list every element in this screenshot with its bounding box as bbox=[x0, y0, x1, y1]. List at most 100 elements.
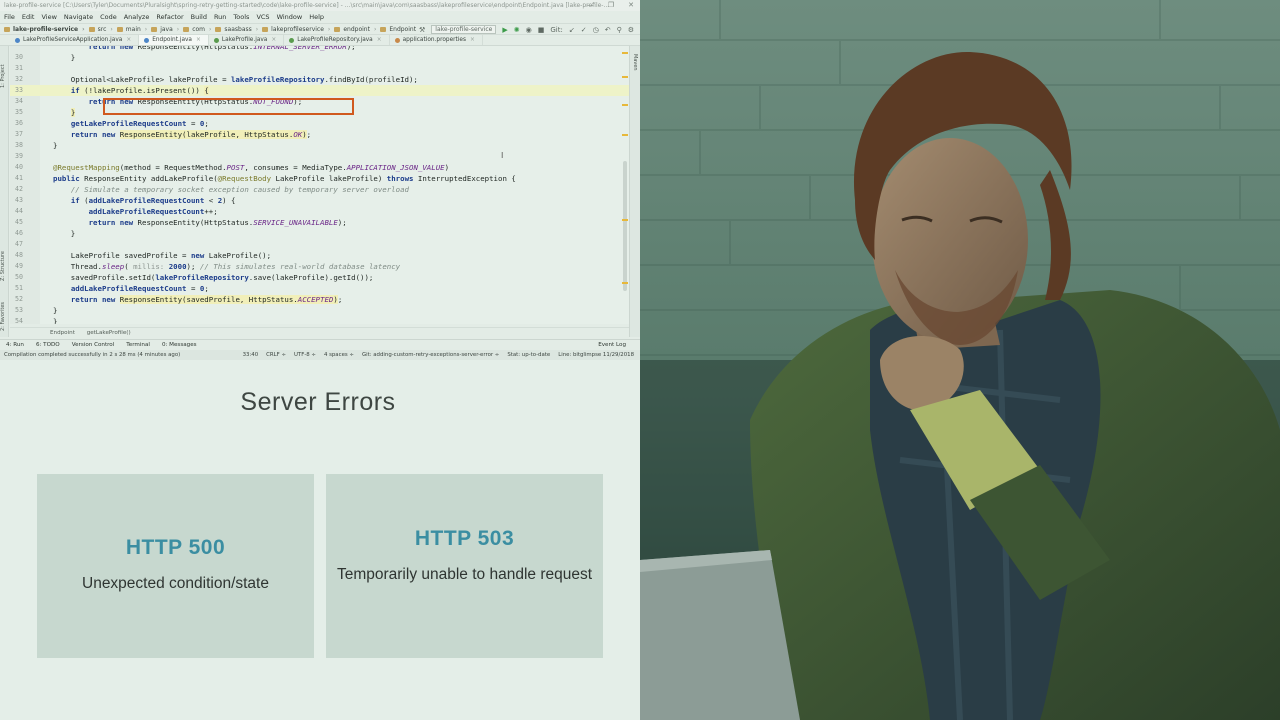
code-line[interactable]: 40 @RequestMapping(method = RequestMethod… bbox=[10, 162, 629, 173]
code-editor[interactable]: return new ResponseEntity(HttpStatus.INT… bbox=[10, 46, 629, 324]
close-tab-icon[interactable]: × bbox=[377, 35, 382, 45]
breadcrumb-item[interactable]: saasbass › bbox=[215, 26, 258, 33]
close-tab-icon[interactable]: × bbox=[470, 35, 475, 45]
menu-item-navigate[interactable]: Navigate bbox=[64, 13, 93, 21]
code-line[interactable]: 41 public ResponseEntity addLakeProfile(@… bbox=[10, 173, 629, 184]
code-line[interactable]: 42 // Simulate a temporary socket except… bbox=[10, 184, 629, 195]
version-control-tool-button[interactable]: Version Control bbox=[72, 342, 115, 348]
line-number: 36 bbox=[15, 119, 23, 127]
code-line[interactable]: 39 bbox=[10, 151, 629, 162]
code-line[interactable]: 45 return new ResponseEntity(HttpStatus.… bbox=[10, 217, 629, 228]
restore-icon[interactable]: ❐ bbox=[608, 0, 614, 11]
code-text: Optional<LakeProfile> lakeProfile = lake… bbox=[53, 75, 418, 84]
hammer-icon[interactable]: ⚒ bbox=[419, 26, 425, 34]
editor-scrollbar[interactable] bbox=[622, 46, 628, 324]
code-line[interactable]: 52 return new ResponseEntity(savedProfil… bbox=[10, 294, 629, 305]
code-line[interactable]: 44 addLakeProfileRequestCount++; bbox=[10, 206, 629, 217]
code-line[interactable]: 50 savedProfile.setId(lakeProfileReposit… bbox=[10, 272, 629, 283]
code-line[interactable]: 38} bbox=[10, 140, 629, 151]
menu-item-edit[interactable]: Edit bbox=[22, 13, 35, 21]
code-line[interactable]: 30 } bbox=[10, 52, 629, 63]
breadcrumb-item[interactable]: lake-profile-service › bbox=[4, 26, 85, 33]
menu-bar: File Edit View Navigate Code Analyze Refactor B… bbox=[0, 11, 640, 23]
breadcrumb-item[interactable]: lakeprofileservice › bbox=[262, 26, 330, 33]
code-line[interactable]: 47 bbox=[10, 239, 629, 250]
status-item[interactable]: Git: adding-custom-retry-exceptions-serv… bbox=[362, 352, 499, 358]
file-type-icon bbox=[144, 37, 150, 43]
code-line[interactable]: 51 addLakeProfileRequestCount = 0; bbox=[10, 283, 629, 294]
editor-tab[interactable]: LakeProfileServiceApplication.java × bbox=[10, 35, 140, 45]
breadcrumb-item[interactable]: Endpoint bbox=[380, 26, 420, 33]
breadcrumb-class[interactable]: Endpoint bbox=[50, 330, 75, 336]
code-line[interactable]: 43 if (addLakeProfileRequestCount < 2) { bbox=[10, 195, 629, 206]
code-line[interactable]: 46 } bbox=[10, 228, 629, 239]
stop-icon[interactable]: ■ bbox=[538, 26, 545, 34]
debug-icon[interactable]: ✺ bbox=[514, 26, 520, 34]
editor-tab[interactable]: application.properties × bbox=[390, 35, 483, 45]
code-line[interactable]: 31 bbox=[10, 63, 629, 74]
slide-title: Server Errors bbox=[240, 388, 396, 416]
breadcrumb-item[interactable]: endpoint › bbox=[334, 26, 376, 33]
breadcrumb-item[interactable]: java › bbox=[151, 26, 179, 33]
editor-tab[interactable]: LakeProfileRepository.java × bbox=[284, 35, 390, 45]
menu-item-vcs[interactable]: VCS bbox=[256, 13, 269, 21]
menu-item-window[interactable]: Window bbox=[277, 13, 303, 21]
status-item[interactable]: Line: bitglimpse 11/29/2018 bbox=[558, 352, 634, 358]
settings-icon[interactable]: ⚙ bbox=[628, 26, 634, 34]
code-line[interactable]: 54} bbox=[10, 316, 629, 324]
status-item[interactable]: 33:40 bbox=[243, 352, 259, 358]
run-icon[interactable]: ▶ bbox=[502, 26, 507, 34]
close-tab-icon[interactable]: × bbox=[196, 35, 201, 45]
project-tool-tab[interactable]: 1: Project bbox=[0, 48, 9, 88]
todo-tool-button[interactable]: 6: TODO bbox=[36, 342, 60, 348]
close-tab-icon[interactable]: × bbox=[126, 35, 131, 45]
status-item[interactable]: 4 spaces ÷ bbox=[324, 352, 354, 358]
structure-tool-tab[interactable]: Z: Structure bbox=[0, 241, 9, 281]
status-item[interactable]: CRLF ÷ bbox=[266, 352, 286, 358]
menu-item-help[interactable]: Help bbox=[309, 13, 324, 21]
breadcrumb-item[interactable]: src › bbox=[88, 26, 113, 33]
menu-item-analyze[interactable]: Analyze bbox=[124, 13, 150, 21]
messages-tool-button[interactable]: 0: Messages bbox=[162, 342, 197, 348]
event-log-button[interactable]: Event Log bbox=[598, 342, 626, 348]
scrollbar-thumb[interactable] bbox=[623, 161, 627, 291]
terminal-tool-button[interactable]: Terminal bbox=[126, 342, 150, 348]
history-icon[interactable]: ◷ bbox=[593, 26, 599, 34]
editor-tab[interactable]: Endpoint.java × bbox=[139, 35, 209, 45]
code-line[interactable]: 49 Thread.sleep( millis: 2000); // This … bbox=[10, 261, 629, 272]
revert-icon[interactable]: ↶ bbox=[605, 26, 611, 34]
menu-item-refactor[interactable]: Refactor bbox=[156, 13, 183, 21]
editor-tab[interactable]: LakeProfile.java × bbox=[209, 35, 285, 45]
menu-item-tools[interactable]: Tools bbox=[233, 13, 249, 21]
status-item[interactable]: UTF-8 ÷ bbox=[294, 352, 316, 358]
breadcrumb-separator: › bbox=[255, 25, 259, 33]
tab-label: application.properties bbox=[402, 37, 466, 43]
close-tab-icon[interactable]: × bbox=[271, 35, 276, 45]
close-icon[interactable]: ✕ bbox=[628, 0, 634, 11]
coverage-icon[interactable]: ◉ bbox=[526, 26, 532, 34]
run-config-select[interactable]: lake-profile-service bbox=[431, 25, 497, 34]
menu-item-run[interactable]: Run bbox=[214, 13, 226, 21]
breadcrumb-item[interactable]: com › bbox=[183, 26, 211, 33]
code-line[interactable]: 36 getLakeProfileRequestCount = 0; bbox=[10, 118, 629, 129]
search-icon[interactable]: ⚲ bbox=[617, 26, 622, 34]
breadcrumb-item[interactable]: main › bbox=[116, 26, 147, 33]
vcs-update-icon[interactable]: ↙ bbox=[569, 26, 575, 34]
menu-item-file[interactable]: File bbox=[4, 13, 15, 21]
maven-tool-tab[interactable]: Maven bbox=[632, 54, 638, 71]
code-line[interactable]: 53} bbox=[10, 305, 629, 316]
favorites-tool-tab[interactable]: 2: Favorites bbox=[0, 291, 9, 331]
menu-item-view[interactable]: View bbox=[41, 13, 56, 21]
code-line[interactable]: 32 Optional<LakeProfile> lakeProfile = l… bbox=[10, 74, 629, 85]
menu-item-build[interactable]: Build bbox=[191, 13, 207, 21]
code-line[interactable]: 33 if (!lakeProfile.isPresent()) { bbox=[10, 85, 629, 96]
breadcrumb-method[interactable]: getLakeProfile() bbox=[87, 330, 131, 336]
vcs-commit-icon[interactable]: ✓ bbox=[581, 26, 587, 34]
code-line[interactable]: 48 LakeProfile savedProfile = new LakePr… bbox=[10, 250, 629, 261]
code-line[interactable]: 37 return new ResponseEntity(lakeProfile… bbox=[10, 129, 629, 140]
minimize-icon[interactable]: — bbox=[587, 0, 594, 11]
run-tool-button[interactable]: 4: Run bbox=[6, 342, 24, 348]
status-item[interactable]: Stat: up-to-date bbox=[507, 352, 550, 358]
menu-item-code[interactable]: Code bbox=[100, 13, 117, 21]
code-text: } bbox=[53, 317, 58, 324]
